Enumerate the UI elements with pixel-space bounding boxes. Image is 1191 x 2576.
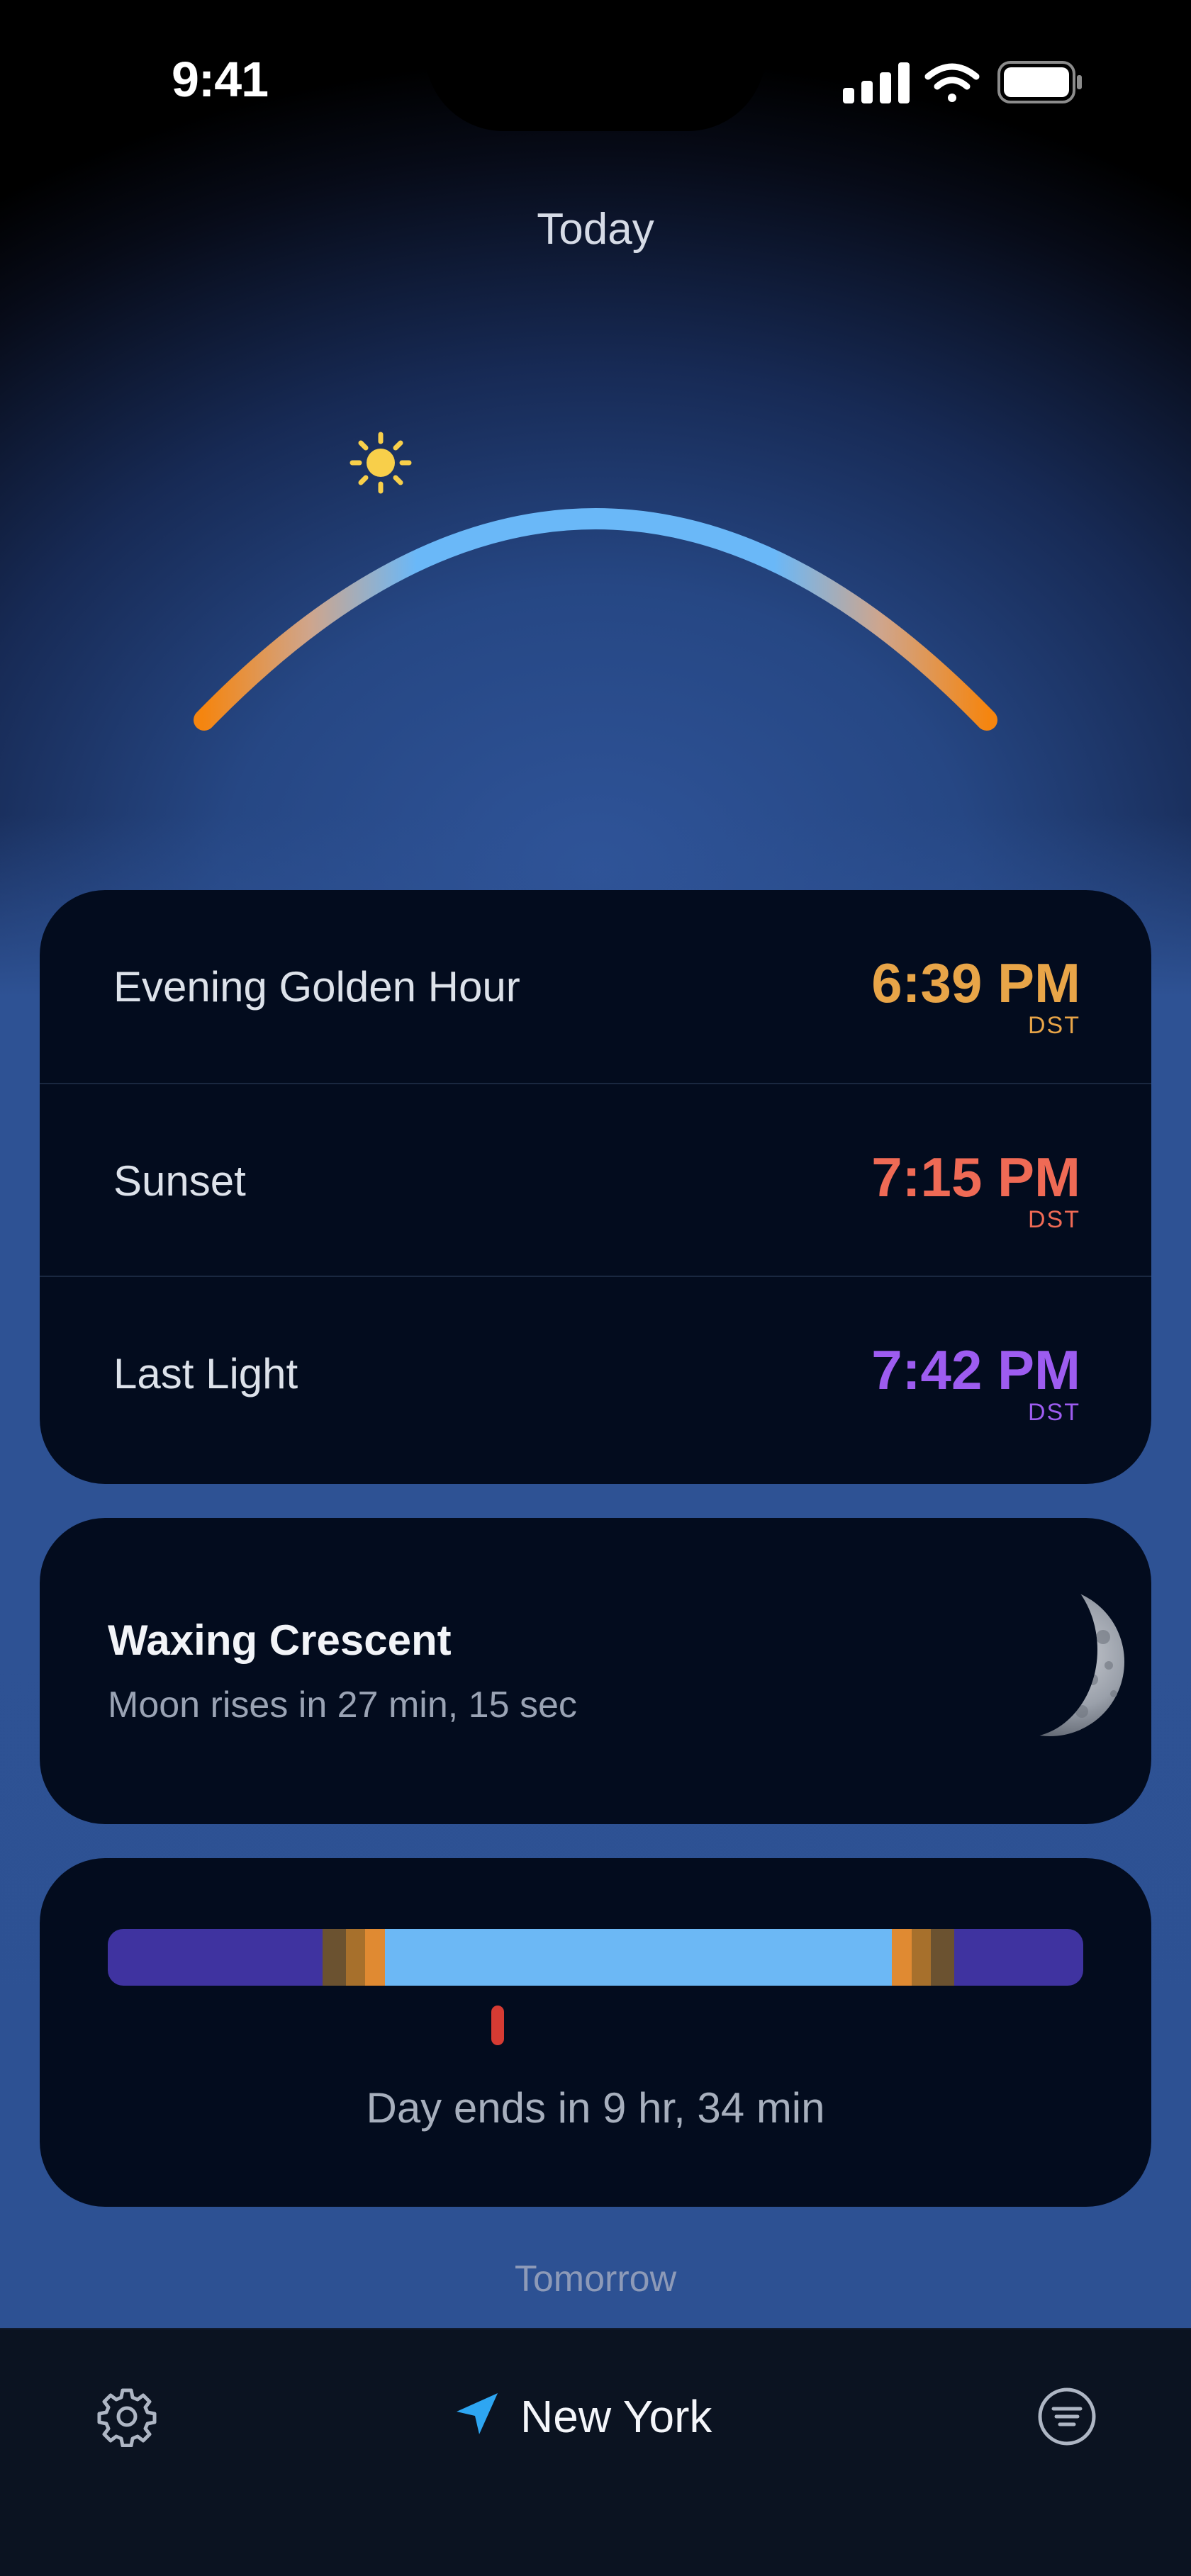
tomorrow-section-label[interactable]: Tomorrow xyxy=(0,2258,1191,2300)
timezone-label: DST xyxy=(1028,1206,1080,1233)
day-timeline-card: Day ends in 9 hr, 34 min xyxy=(40,1858,1151,2207)
timeline-segment-civil-twilight xyxy=(911,1929,932,1986)
timeline-segment-night xyxy=(954,1929,1083,1986)
filter-menu-icon[interactable] xyxy=(1036,2386,1097,2447)
timeline-segment-night xyxy=(108,1929,323,1986)
status-icons xyxy=(840,58,1085,108)
cellular-signal-icon xyxy=(843,62,910,103)
location-arrow-icon[interactable] xyxy=(451,2389,502,2440)
time-row-last-light[interactable]: Last Light 7:42 PM DST xyxy=(40,1276,1151,1468)
time-row-sunset[interactable]: Sunset 7:15 PM DST xyxy=(40,1083,1151,1276)
arc-path xyxy=(194,508,997,731)
time-label: Evening Golden Hour xyxy=(113,963,520,1011)
sun-icon xyxy=(350,432,412,494)
main-screen: 9:41 Today Evening Golden Hour 6:39 PM D… xyxy=(0,0,1191,2328)
timeline-segment-golden-hour xyxy=(892,1929,912,1986)
time-value: 6:39 PM xyxy=(871,952,1080,1014)
bottom-tab-bar: New York xyxy=(0,2328,1191,2576)
status-time: 9:41 xyxy=(172,52,269,107)
current-time-marker xyxy=(491,2006,505,2045)
day-ends-countdown: Day ends in 9 hr, 34 min xyxy=(366,2084,825,2132)
moon-rise-countdown: Moon rises in 27 min, 15 sec xyxy=(108,1684,577,1726)
timeline-segment-astronomical-twilight xyxy=(322,1929,346,1986)
moon-card[interactable]: Waxing Crescent Moon rises in 27 min, 15… xyxy=(40,1518,1151,1824)
timezone-label: DST xyxy=(1028,1012,1080,1039)
time-row-golden-hour[interactable]: Evening Golden Hour 6:39 PM DST xyxy=(40,890,1151,1083)
moon-crescent-icon xyxy=(975,1587,1124,1736)
sun-times-card: Evening Golden Hour 6:39 PM DST Sunset 7… xyxy=(40,890,1151,1484)
timezone-label: DST xyxy=(1028,1399,1080,1426)
timeline-segment-civil-twilight xyxy=(345,1929,366,1986)
sun-path-arc xyxy=(194,432,997,731)
time-value: 7:42 PM xyxy=(871,1339,1080,1401)
timeline-segment-day xyxy=(384,1929,893,1986)
dynamic-island xyxy=(425,0,766,131)
gear-icon[interactable] xyxy=(96,2386,157,2447)
battery-icon xyxy=(997,61,1082,103)
time-label: Last Light xyxy=(113,1350,298,1397)
timeline-segment-astronomical-twilight xyxy=(931,1929,955,1986)
moon-phase-title: Waxing Crescent xyxy=(108,1616,452,1664)
timeline-segment-golden-hour xyxy=(365,1929,385,1986)
time-value: 7:15 PM xyxy=(871,1146,1080,1208)
day-timeline-bar xyxy=(108,1929,1083,1986)
time-label: Sunset xyxy=(113,1157,246,1205)
wifi-icon xyxy=(924,63,980,102)
page-title: Today xyxy=(537,205,654,254)
location-name[interactable]: New York xyxy=(520,2390,712,2443)
